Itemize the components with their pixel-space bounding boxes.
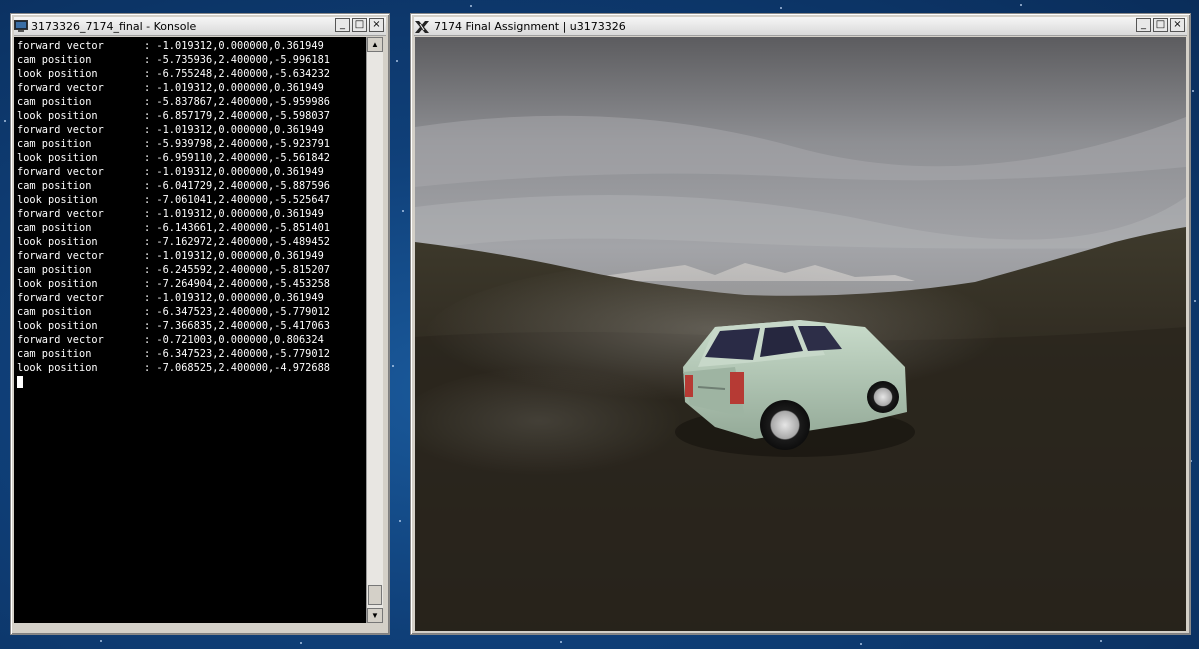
terminal-line: cam position : -6.041729,2.400000,-5.8875… <box>17 179 366 193</box>
text-cursor <box>17 376 23 388</box>
line-value: : -7.061041,2.400000,-5.525647 <box>144 194 330 206</box>
line-label: look position <box>17 236 98 248</box>
terminal-line: look position : -6.857179,2.400000,-5.598… <box>17 109 366 123</box>
opengl-viewport[interactable] <box>415 37 1186 631</box>
scrollbar-thumb[interactable] <box>368 585 382 605</box>
terminal-line: look position : -7.162972,2.400000,-5.489… <box>17 235 366 249</box>
gl-titlebar[interactable]: 7174 Final Assignment | u3173326 _ □ × <box>414 17 1187 36</box>
line-label: look position <box>17 362 98 374</box>
line-value: : -6.755248,2.400000,-5.634232 <box>144 68 330 80</box>
line-value: : -7.366835,2.400000,-5.417063 <box>144 320 330 332</box>
line-value: : -7.162972,2.400000,-5.489452 <box>144 236 330 248</box>
terminal-line: forward vector : -1.019312,0.000000,0.361… <box>17 249 366 263</box>
line-label: forward vector <box>17 124 104 136</box>
line-value: : -5.735936,2.400000,-5.996181 <box>144 54 330 66</box>
line-label: forward vector <box>17 334 104 346</box>
line-value: : -1.019312,0.000000,0.361949 <box>144 292 324 304</box>
line-value: : -1.019312,0.000000,0.361949 <box>144 40 324 52</box>
terminal-line: cam position : -6.347523,2.400000,-5.7790… <box>17 347 366 361</box>
terminal-output[interactable]: forward vector : -1.019312,0.000000,0.361… <box>14 37 366 623</box>
line-value: : -1.019312,0.000000,0.361949 <box>144 166 324 178</box>
terminal-line: look position : -7.061041,2.400000,-5.525… <box>17 193 366 207</box>
scroll-up-icon[interactable]: ▲ <box>367 37 383 52</box>
line-label: cam position <box>17 222 92 234</box>
line-label: look position <box>17 68 98 80</box>
terminal-line: cam position : -5.939798,2.400000,-5.9237… <box>17 137 366 151</box>
konsole-title: 3173326_7174_final - Konsole <box>31 19 197 33</box>
terminal-scrollbar[interactable]: ▲ ▼ <box>366 37 383 623</box>
terminal-line: forward vector : -1.019312,0.000000,0.361… <box>17 39 366 53</box>
line-value: : -7.264904,2.400000,-5.453258 <box>144 278 330 290</box>
line-value: : -5.939798,2.400000,-5.923791 <box>144 138 330 150</box>
terminal-line: forward vector : -1.019312,0.000000,0.361… <box>17 123 366 137</box>
line-value: : -1.019312,0.000000,0.361949 <box>144 82 324 94</box>
3d-scene <box>415 37 1186 631</box>
line-label: cam position <box>17 180 92 192</box>
line-value: : -6.041729,2.400000,-5.887596 <box>144 180 330 192</box>
line-label: forward vector <box>17 40 104 52</box>
terminal-line: look position : -7.366835,2.400000,-5.417… <box>17 319 366 333</box>
terminal-line: cam position : -5.735936,2.400000,-5.9961… <box>17 53 366 67</box>
line-value: : -6.347523,2.400000,-5.779012 <box>144 306 330 318</box>
minimize-button[interactable]: _ <box>1136 18 1151 32</box>
line-label: cam position <box>17 96 92 108</box>
line-value: : -0.721003,0.000000,0.806324 <box>144 334 324 346</box>
line-label: forward vector <box>17 208 104 220</box>
close-button[interactable]: × <box>1170 18 1185 32</box>
line-value: : -1.019312,0.000000,0.361949 <box>144 208 324 220</box>
terminal-line: cam position : -6.347523,2.400000,-5.7790… <box>17 305 366 319</box>
line-value: : -6.347523,2.400000,-5.779012 <box>144 348 330 360</box>
line-value: : -5.837867,2.400000,-5.959986 <box>144 96 330 108</box>
line-label: cam position <box>17 54 92 66</box>
line-value: : -1.019312,0.000000,0.361949 <box>144 124 324 136</box>
close-button[interactable]: × <box>369 18 384 32</box>
terminal-line: forward vector : -1.019312,0.000000,0.361… <box>17 207 366 221</box>
line-label: look position <box>17 278 98 290</box>
terminal-line: look position : -6.959110,2.400000,-5.561… <box>17 151 366 165</box>
terminal-line: forward vector : -1.019312,0.000000,0.361… <box>17 291 366 305</box>
line-value: : -6.857179,2.400000,-5.598037 <box>144 110 330 122</box>
scroll-down-icon[interactable]: ▼ <box>367 608 383 623</box>
line-label: cam position <box>17 138 92 150</box>
line-label: forward vector <box>17 166 104 178</box>
minimize-button[interactable]: _ <box>335 18 350 32</box>
maximize-button[interactable]: □ <box>1153 18 1168 32</box>
gl-title: 7174 Final Assignment | u3173326 <box>434 19 626 33</box>
konsole-titlebar[interactable]: 3173326_7174_final - Konsole _ □ × <box>14 17 386 36</box>
terminal-line: forward vector : -0.721003,0.000000,0.806… <box>17 333 366 347</box>
terminal-line: look position : -7.068525,2.400000,-4.972… <box>17 361 366 375</box>
terminal-line: look position : -6.755248,2.400000,-5.634… <box>17 67 366 81</box>
line-label: forward vector <box>17 82 104 94</box>
terminal-line: cam position : -6.245592,2.400000,-5.8152… <box>17 263 366 277</box>
line-label: cam position <box>17 348 92 360</box>
line-value: : -7.068525,2.400000,-4.972688 <box>144 362 330 374</box>
line-label: forward vector <box>17 292 104 304</box>
line-value: : -1.019312,0.000000,0.361949 <box>144 250 324 262</box>
line-label: look position <box>17 320 98 332</box>
line-label: cam position <box>17 264 92 276</box>
terminal-line: forward vector : -1.019312,0.000000,0.361… <box>17 81 366 95</box>
x-logo-icon <box>414 20 429 33</box>
terminal-icon <box>14 19 28 33</box>
line-label: look position <box>17 152 98 164</box>
line-label: look position <box>17 194 98 206</box>
line-value: : -6.143661,2.400000,-5.851401 <box>144 222 330 234</box>
line-label: cam position <box>17 306 92 318</box>
terminal-line: cam position : -5.837867,2.400000,-5.9599… <box>17 95 366 109</box>
terminal-line: cam position : -6.143661,2.400000,-5.8514… <box>17 221 366 235</box>
line-label: look position <box>17 110 98 122</box>
terminal-line: forward vector : -1.019312,0.000000,0.361… <box>17 165 366 179</box>
line-label: forward vector <box>17 250 104 262</box>
maximize-button[interactable]: □ <box>352 18 367 32</box>
gl-window[interactable]: 7174 Final Assignment | u3173326 _ □ × <box>410 13 1191 635</box>
line-value: : -6.959110,2.400000,-5.561842 <box>144 152 330 164</box>
terminal-line: look position : -7.264904,2.400000,-5.453… <box>17 277 366 291</box>
line-value: : -6.245592,2.400000,-5.815207 <box>144 264 330 276</box>
